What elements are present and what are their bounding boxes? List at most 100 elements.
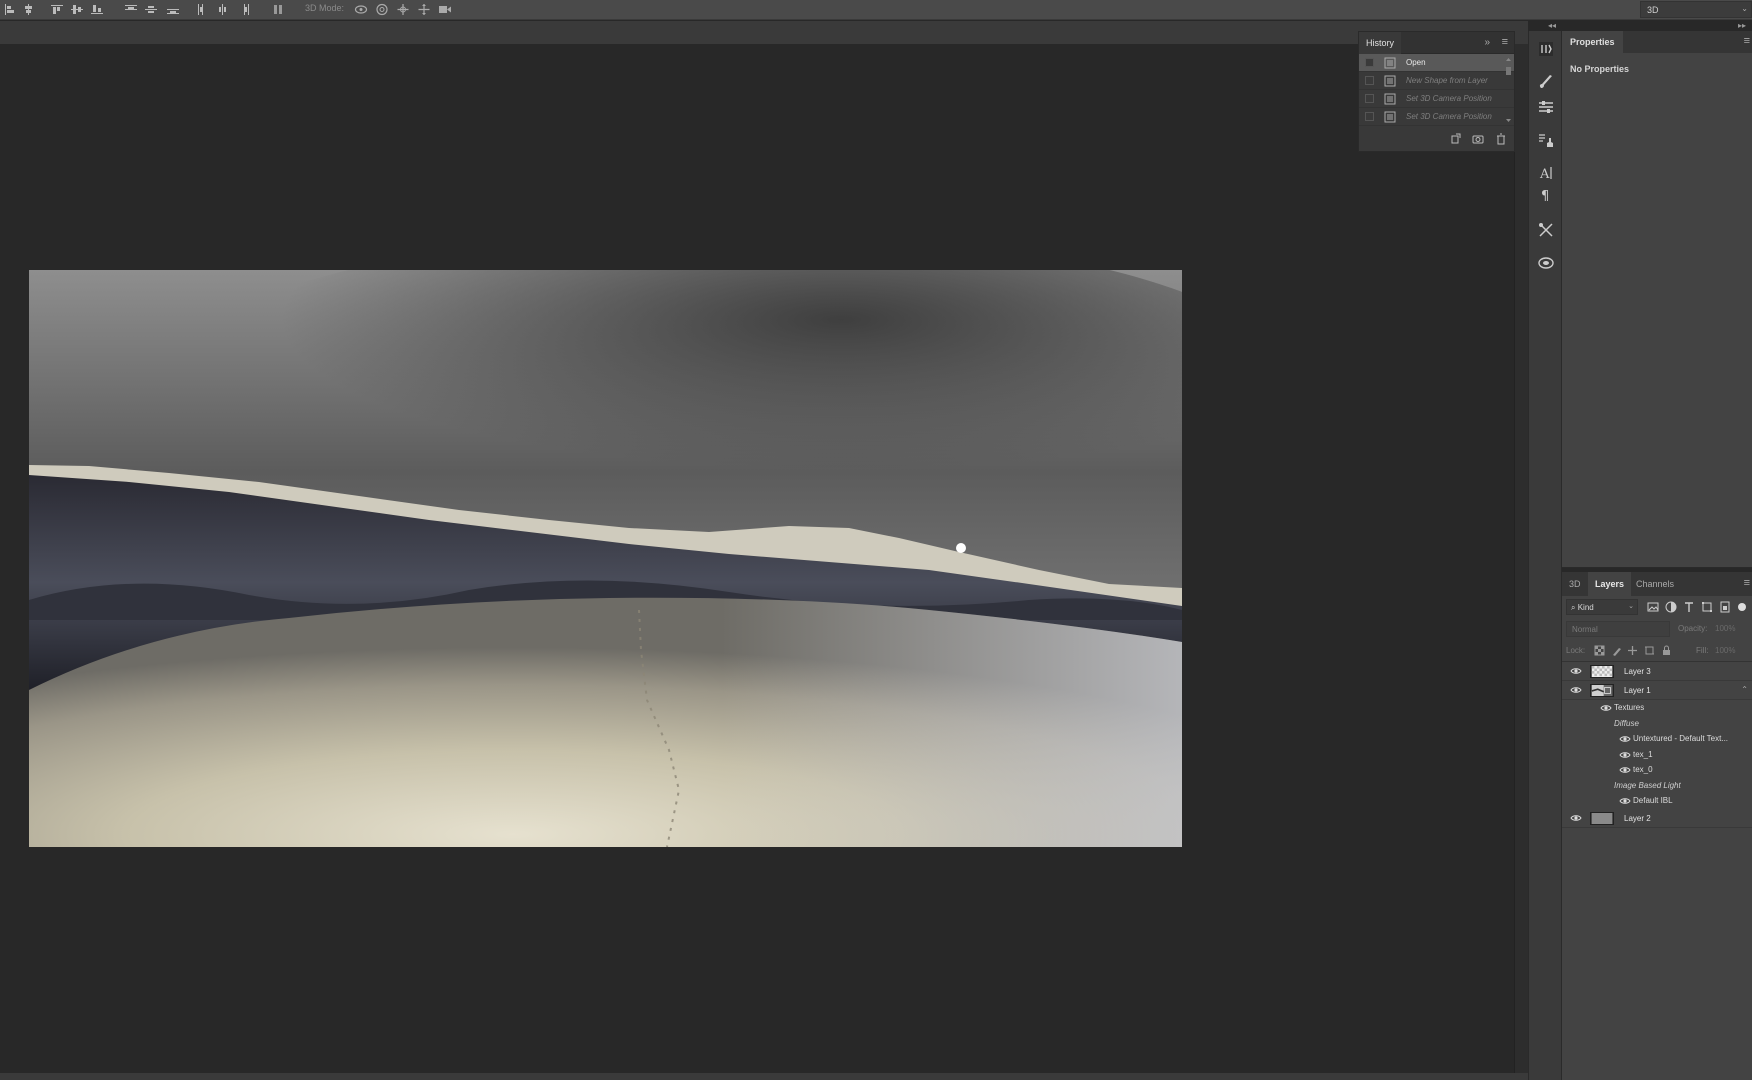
distribute-vertical-icon[interactable] (166, 3, 180, 16)
visibility-eye-icon[interactable] (1570, 685, 1582, 695)
paragraph-icon[interactable]: ¶ (1537, 186, 1555, 204)
workspace-select[interactable]: 3D ⌄ (1640, 1, 1752, 18)
adjustments-icon[interactable] (1537, 98, 1555, 116)
tab-channels[interactable]: Channels (1629, 572, 1681, 596)
sublayer-name: tex_0 (1633, 765, 1653, 774)
tab-properties[interactable]: Properties (1562, 31, 1623, 53)
3d-layer-thumbnail (1590, 684, 1614, 697)
history-scrollbar[interactable] (1504, 55, 1513, 125)
history-icon[interactable] (1537, 40, 1555, 58)
history-brush-source-checkbox[interactable] (1365, 112, 1374, 121)
lock-position-icon[interactable] (1627, 645, 1638, 656)
type-layer-filter-icon[interactable] (1683, 601, 1695, 613)
align-left-edges-icon[interactable] (4, 3, 18, 16)
search-icon: ⌕ (1571, 603, 1578, 612)
history-state-row[interactable]: Set 3D Camera Position (1359, 108, 1514, 126)
chevron-up-icon[interactable]: ⌃ (1741, 685, 1748, 694)
align-vertical-centers-icon[interactable] (90, 3, 104, 16)
visibility-eye-icon[interactable] (1619, 734, 1631, 744)
panel-icon-strip: A ¶ (1528, 31, 1562, 1080)
visibility-eye-icon[interactable] (1570, 666, 1582, 676)
filter-toggle-icon[interactable] (1736, 601, 1748, 613)
clone-source-icon[interactable] (1537, 131, 1555, 149)
fill-value[interactable]: 100% (1715, 646, 1735, 655)
kind-filter-select[interactable]: ⌕ Kind ⌄ (1566, 599, 1638, 615)
blend-mode-select[interactable]: Normal (1566, 621, 1670, 637)
visibility-eye-icon[interactable] (1619, 750, 1631, 760)
panel-menu-icon[interactable]: ≡ (1744, 35, 1750, 47)
opacity-label: Opacity: (1678, 624, 1708, 633)
collapse-dock-right-icon[interactable]: ▸▸ (1738, 21, 1746, 30)
history-brush-source-checkbox[interactable] (1365, 58, 1374, 67)
properties-panel-header: Properties ≡ (1562, 31, 1752, 53)
visibility-eye-icon[interactable] (1600, 703, 1612, 713)
roll-3d-icon[interactable] (375, 3, 389, 16)
distribute-top-icon[interactable] (144, 3, 158, 16)
scale-3d-icon[interactable] (438, 3, 452, 16)
history-state-label: Set 3D Camera Position (1406, 94, 1492, 103)
align-right-edges-icon[interactable] (50, 3, 64, 16)
history-state-row[interactable]: Set 3D Camera Position (1359, 90, 1514, 108)
visibility-eye-icon[interactable] (1619, 796, 1631, 806)
history-footer (1359, 127, 1514, 151)
visibility-eye-icon[interactable] (1570, 813, 1582, 823)
sublayer-row[interactable]: tex_0 (1562, 762, 1752, 778)
tab-3d[interactable]: 3D (1562, 572, 1588, 596)
lock-pixels-icon[interactable] (1611, 645, 1622, 656)
sublayer-row[interactable]: Untextured - Default Text... (1562, 731, 1752, 747)
history-panel: History » ≡ Open New Shape from Layer Set … (1358, 31, 1515, 152)
distribute-left-icon[interactable] (216, 3, 230, 16)
collapse-panel-icon[interactable]: » (1484, 37, 1490, 48)
smart-object-filter-icon[interactable] (1719, 601, 1731, 613)
history-state-row[interactable]: New Shape from Layer (1359, 72, 1514, 90)
pixel-layer-filter-icon[interactable] (1647, 601, 1659, 613)
distribute-horizontal-icon[interactable] (238, 3, 252, 16)
sublayer-row[interactable]: Image Based Light (1562, 778, 1752, 794)
sublayer-row[interactable]: Textures (1562, 700, 1752, 716)
sublayer-row[interactable]: Default IBL (1562, 793, 1752, 809)
pan-3d-icon[interactable] (396, 3, 410, 16)
canvas-vertical-scrollbar[interactable] (1514, 44, 1528, 1073)
canvas-horizontal-scrollbar[interactable] (0, 1073, 1528, 1080)
layer-thumbnail-transparent (1590, 665, 1614, 678)
distribute-bottom-icon[interactable] (196, 3, 210, 16)
3d-mode-label: 3D Mode: (305, 3, 345, 13)
opacity-value[interactable]: 100% (1715, 624, 1735, 633)
shape-layer-filter-icon[interactable] (1701, 601, 1713, 613)
snapshot-camera-icon[interactable] (1472, 133, 1484, 145)
slide-3d-icon[interactable] (417, 3, 431, 16)
sublayer-name: tex_1 (1633, 749, 1653, 759)
history-state-row[interactable]: Open (1359, 54, 1514, 72)
document-canvas[interactable] (29, 270, 1182, 847)
panel-menu-icon[interactable]: ≡ (1502, 36, 1508, 48)
lock-transparency-icon[interactable] (1594, 645, 1605, 656)
trash-icon[interactable] (1495, 133, 1507, 145)
tab-history[interactable]: History (1359, 32, 1402, 54)
character-icon[interactable]: A (1537, 164, 1555, 182)
lock-all-icon[interactable] (1661, 645, 1672, 656)
layer-row-layer-1[interactable]: Layer 1 ⌃ (1562, 681, 1752, 700)
visibility-eye-icon[interactable] (1619, 765, 1631, 775)
align-top-edges-icon[interactable] (70, 3, 84, 16)
sublayer-row[interactable]: Diffuse (1562, 716, 1752, 732)
lock-artboard-icon[interactable] (1644, 645, 1655, 656)
adjustment-layer-filter-icon[interactable] (1665, 601, 1677, 613)
new-document-from-state-icon[interactable] (1450, 133, 1462, 145)
layer-row-layer-2[interactable]: Layer 2 (1562, 809, 1752, 828)
layer-row-layer-3[interactable]: Layer 3 (1562, 662, 1752, 681)
orbit-3d-icon[interactable] (354, 3, 368, 16)
align-bottom-edges-icon[interactable] (124, 3, 138, 16)
distribute-right-icon[interactable] (272, 3, 286, 16)
layer-name: Layer 1 (1624, 686, 1651, 695)
panel-menu-icon[interactable]: ≡ (1744, 577, 1750, 589)
libraries-icon[interactable] (1537, 254, 1555, 272)
brush-settings-icon[interactable] (1537, 73, 1555, 91)
lock-row: Lock: Fill: 100% (1562, 640, 1752, 662)
align-horizontal-centers-icon[interactable] (22, 3, 36, 16)
sublayer-row[interactable]: tex_1 (1562, 747, 1752, 763)
tool-presets-icon[interactable] (1537, 221, 1555, 239)
history-brush-source-checkbox[interactable] (1365, 76, 1374, 85)
history-brush-source-checkbox[interactable] (1365, 94, 1374, 103)
collapse-dock-icon[interactable]: ◂◂ (1548, 21, 1556, 30)
tab-layers[interactable]: Layers (1588, 572, 1632, 596)
